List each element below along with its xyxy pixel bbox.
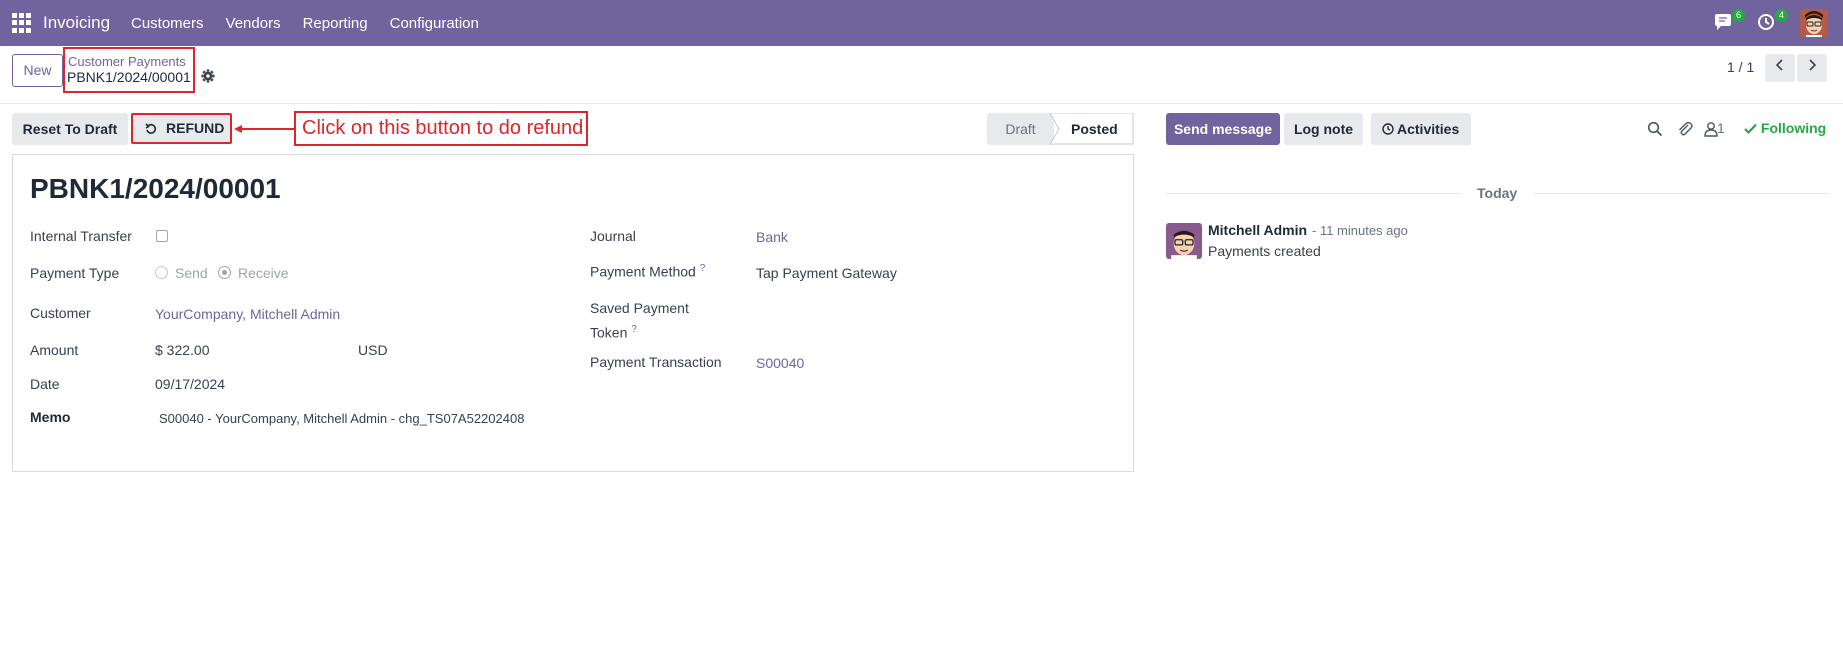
control-panel: New Customer Payments PBNK1/2024/00001 1… [0,46,1843,104]
message-author[interactable]: Mitchell Admin [1208,222,1307,238]
menu-customers[interactable]: Customers [131,15,204,32]
message-author-avatar[interactable] [1166,223,1202,259]
top-navbar: Invoicing Customers Vendors Reporting Co… [0,0,1843,46]
log-note-button[interactable]: Log note [1284,113,1363,145]
messages-badge: 6 [1732,9,1745,22]
date-separator-label: Today [1477,185,1518,201]
refund-button[interactable]: REFUND [131,113,232,144]
amount-value[interactable]: $ 322.00 [155,342,210,358]
message-timestamp: - 11 minutes ago [1312,223,1408,238]
pager-previous-button[interactable] [1765,54,1795,82]
journal-value[interactable]: Bank [756,229,788,245]
pager-value[interactable]: 1 / 1 [1727,59,1754,75]
checkmark-icon [1744,123,1757,135]
form-sheet: PBNK1/2024/00001 Internal Transfer Payme… [12,154,1134,472]
activities-button[interactable]: 4 [1756,9,1788,34]
user-face-icon [1800,9,1828,37]
customer-label: Customer [30,305,91,321]
date-value[interactable]: 09/17/2024 [155,376,225,392]
chevron-right-icon [1809,59,1817,71]
clock-icon [1758,14,1774,30]
payment-type-receive-radio[interactable] [218,266,231,279]
customer-value[interactable]: YourCompany, Mitchell Admin [155,306,340,322]
stage-posted-label: Posted [1071,121,1118,137]
saved-token-help-icon[interactable]: ? [631,324,637,335]
menu-configuration[interactable]: Configuration [390,15,479,32]
journal-label: Journal [590,228,636,244]
payment-transaction-label: Payment Transaction [590,354,722,370]
amount-label: Amount [30,342,79,358]
reset-to-draft-button[interactable]: Reset To Draft [12,113,128,145]
payment-type-send-label: Send [175,265,208,281]
annotation-arrow [234,125,294,133]
undo-icon [145,123,157,134]
menu-vendors[interactable]: Vendors [226,15,281,32]
menu-reporting[interactable]: Reporting [303,15,368,32]
main-menu: Customers Vendors Reporting Configuratio… [131,15,501,32]
new-button[interactable]: New [12,54,63,87]
search-icon[interactable] [1647,121,1663,137]
apps-grid-icon[interactable] [12,13,32,33]
following-label: Following [1760,120,1827,136]
message-body: Payments created [1208,243,1321,259]
record-title: PBNK1/2024/00001 [30,173,281,204]
payment-type-receive-label: Receive [238,265,289,281]
memo-label: Memo [30,409,71,425]
user-avatar[interactable] [1800,9,1828,37]
send-message-button[interactable]: Send message [1166,113,1280,145]
payment-method-label: Payment Method ? [590,263,706,280]
followers-count[interactable]: 1 [1717,120,1725,136]
chat-bubble-icon [1715,14,1731,30]
pager-next-button[interactable] [1797,54,1827,82]
payment-type-send-radio[interactable] [155,266,168,279]
payment-method-help-icon[interactable]: ? [700,263,706,274]
following-button[interactable]: Following [1744,120,1826,136]
memo-value[interactable]: S00040 - YourCompany, Mitchell Admin - c… [159,411,555,426]
gear-icon[interactable] [201,69,215,83]
paperclip-icon[interactable] [1677,121,1693,137]
activities-badge: 4 [1775,9,1788,22]
internal-transfer-checkbox[interactable] [156,230,168,242]
activities-chatter-label: Activities [1397,121,1460,137]
date-label: Date [30,376,60,392]
clock-icon [1382,123,1394,135]
messages-button[interactable]: 6 [1713,9,1745,34]
breadcrumb-current: PBNK1/2024/00001 [67,69,191,85]
annotation-callout: Click on this button to do refund [294,111,588,146]
user-face-icon [1166,223,1202,259]
stage-posted[interactable]: Posted [1050,113,1134,145]
activities-chatter-button[interactable]: Activities [1371,113,1471,145]
payment-transaction-value[interactable]: S00040 [756,355,804,371]
refund-label: REFUND [166,120,225,136]
stage-draft[interactable]: Draft [987,113,1054,145]
breadcrumb-parent-link[interactable]: Customer Payments [68,54,186,69]
date-separator-line-left [1166,193,1461,194]
payment-type-label: Payment Type [30,265,120,281]
app-name[interactable]: Invoicing [43,13,110,33]
saved-payment-token-label: Saved Payment Token ? [590,300,689,341]
date-separator-line-right [1533,193,1829,194]
chevron-left-icon [1775,59,1783,71]
internal-transfer-label: Internal Transfer [30,228,132,244]
currency-value[interactable]: USD [358,342,388,358]
payment-method-value[interactable]: Tap Payment Gateway [756,265,897,281]
